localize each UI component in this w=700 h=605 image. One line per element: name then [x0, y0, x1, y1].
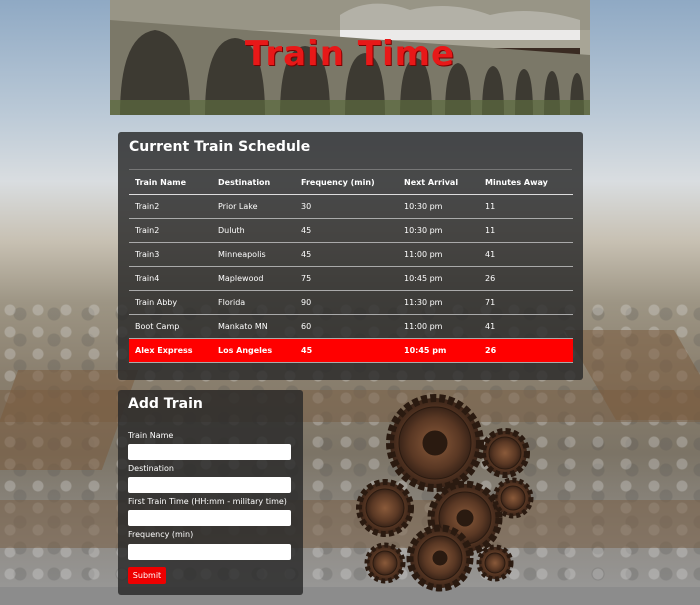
schedule-table: Train Name Destination Frequency (min) N… — [129, 170, 573, 363]
submit-button[interactable]: Submit — [128, 567, 166, 584]
table-row-highlighted: Alex Express Los Angeles 45 10:45 pm 26 — [129, 338, 573, 363]
table-header-row: Train Name Destination Frequency (min) N… — [129, 170, 573, 195]
cell-frequency: 45 — [295, 338, 398, 363]
cell-train-name: Train2 — [129, 218, 212, 243]
cell-next-arrival: 11:30 pm — [398, 290, 479, 315]
cell-minutes-away: 41 — [479, 314, 573, 339]
destination-label: Destination — [128, 464, 174, 473]
cell-destination: Duluth — [212, 218, 295, 243]
train-name-label: Train Name — [128, 431, 174, 440]
gears-image — [356, 394, 534, 592]
table-row: Train Abby Florida 90 11:30 pm 71 — [129, 290, 573, 315]
cell-destination: Los Angeles — [212, 338, 295, 363]
cell-destination: Mankato MN — [212, 314, 295, 339]
table-row: Train2 Duluth 45 10:30 pm 11 — [129, 218, 573, 243]
table-row: Train4 Maplewood 75 10:45 pm 26 — [129, 266, 573, 291]
column-header-frequency: Frequency (min) — [295, 170, 398, 195]
first-train-time-label: First Train Time (HH:mm - military time) — [128, 497, 287, 506]
add-train-panel: Add Train Train Name Destination First T… — [118, 390, 303, 595]
cell-frequency: 75 — [295, 266, 398, 291]
add-train-heading: Add Train — [128, 396, 203, 412]
cell-train-name: Train2 — [129, 194, 212, 219]
cell-minutes-away: 26 — [479, 266, 573, 291]
cell-frequency: 45 — [295, 218, 398, 243]
column-header-next-arrival: Next Arrival — [398, 170, 479, 195]
first-train-time-input[interactable] — [128, 510, 291, 526]
cell-frequency: 90 — [295, 290, 398, 315]
cell-destination: Maplewood — [212, 266, 295, 291]
cell-next-arrival: 10:45 pm — [398, 266, 479, 291]
cell-minutes-away: 26 — [479, 338, 573, 363]
cell-next-arrival: 10:45 pm — [398, 338, 479, 363]
cell-minutes-away: 41 — [479, 242, 573, 267]
banner-title: Train Time — [244, 34, 456, 74]
cell-minutes-away: 11 — [479, 194, 573, 219]
frequency-input[interactable] — [128, 544, 291, 560]
cell-train-name: Boot Camp — [129, 314, 212, 339]
cell-destination: Prior Lake — [212, 194, 295, 219]
cell-frequency: 60 — [295, 314, 398, 339]
footer-bar — [0, 587, 700, 605]
cell-destination: Minneapolis — [212, 242, 295, 267]
cell-minutes-away: 71 — [479, 290, 573, 315]
table-row: Train2 Prior Lake 30 10:30 pm 11 — [129, 194, 573, 219]
destination-input[interactable] — [128, 477, 291, 493]
cell-train-name: Train3 — [129, 242, 212, 267]
column-header-train-name: Train Name — [129, 170, 212, 195]
cell-minutes-away: 11 — [479, 218, 573, 243]
column-header-destination: Destination — [212, 170, 295, 195]
rail-sleeper — [0, 500, 700, 548]
cell-next-arrival: 11:00 pm — [398, 242, 479, 267]
cell-destination: Florida — [212, 290, 295, 315]
table-row: Train3 Minneapolis 45 11:00 pm 41 — [129, 242, 573, 267]
cell-train-name: Train4 — [129, 266, 212, 291]
table-row: Boot Camp Mankato MN 60 11:00 pm 41 — [129, 314, 573, 339]
cell-next-arrival: 10:30 pm — [398, 194, 479, 219]
cell-next-arrival: 10:30 pm — [398, 218, 479, 243]
column-header-minutes-away: Minutes Away — [479, 170, 573, 195]
cell-train-name: Alex Express — [129, 338, 212, 363]
schedule-panel: Current Train Schedule Train Name Destin… — [118, 132, 583, 380]
frequency-label: Frequency (min) — [128, 530, 194, 539]
cell-frequency: 45 — [295, 242, 398, 267]
train-name-input[interactable] — [128, 444, 291, 460]
cell-frequency: 30 — [295, 194, 398, 219]
schedule-heading: Current Train Schedule — [129, 139, 311, 155]
cell-next-arrival: 11:00 pm — [398, 314, 479, 339]
header-banner: Train Time — [110, 0, 590, 115]
cell-train-name: Train Abby — [129, 290, 212, 315]
